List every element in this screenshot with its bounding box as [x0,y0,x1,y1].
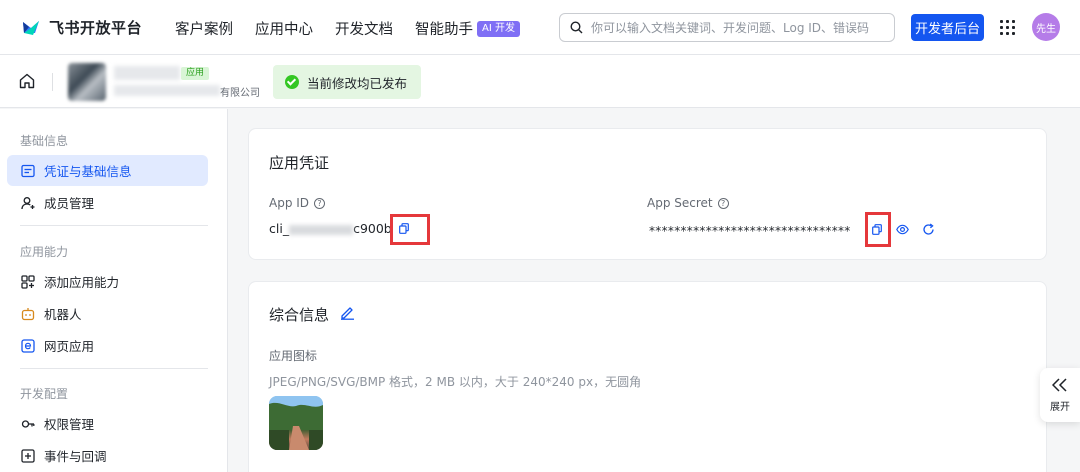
app-icon-image[interactable] [269,396,323,450]
sidebar-group-capabilities: 应用能力 [20,245,69,259]
sidebar: 基础信息 凭证与基础信息 成员管理 应用能力 添加应用能力 机器人 网页应用 开… [0,109,228,472]
credential-icon [21,164,35,177]
web-app-icon [21,338,35,353]
sidebar-item-label: 网页应用 [44,339,95,354]
home-icon[interactable] [18,72,36,90]
copy-app-secret-icon[interactable] [872,224,882,235]
app-name-redacted [114,66,180,80]
search-icon [570,21,583,34]
nav-customer-cases[interactable]: 客户案例 [175,18,233,39]
app-icon-photo [269,396,323,450]
app-grid-icon[interactable] [1000,20,1015,35]
sidebar-group-dev-config: 开发配置 [20,387,69,401]
sidebar-item-label: 成员管理 [44,196,95,211]
sidebar-group-basic: 基础信息 [20,134,69,148]
show-secret-icon[interactable] [896,223,909,236]
app-secret-label: App Secret ? [647,196,729,210]
sidebar-item-label: 权限管理 [44,417,95,432]
sidebar-item-label: 事件与回调 [44,449,107,464]
check-circle-icon [285,75,299,89]
sidebar-item-robot[interactable]: 机器人 [7,298,208,329]
event-icon [21,448,35,463]
avatar[interactable]: 先生 [1032,13,1060,41]
help-icon[interactable]: ? [717,197,729,209]
credentials-title: 应用凭证 [269,154,330,172]
app-id-prefix: cli_ [269,221,290,236]
app-id-label-text: App ID [269,196,310,210]
search-input[interactable]: 你可以输入文档关键词、开发问题、Log ID、错误码 [559,13,895,42]
app-secret-value: ******************************** [649,224,851,238]
nav-dev-docs[interactable]: 开发文档 [335,18,393,39]
nav-app-center[interactable]: 应用中心 [255,18,313,39]
app-secret-label-text: App Secret [647,196,713,210]
help-icon[interactable]: ? [314,197,326,209]
sidebar-item-credentials[interactable]: 凭证与基础信息 [7,155,208,186]
general-info-title: 综合信息 [269,306,330,324]
sidebar-item-label: 机器人 [44,307,82,322]
expand-panel-button[interactable]: 展开 [1040,368,1080,422]
company-name-redacted [114,85,220,96]
credentials-card [248,128,1047,260]
logo-text: 飞书开放平台 [49,19,143,37]
sidebar-item-label: 添加应用能力 [44,275,120,290]
app-id-label: App ID ? [269,196,326,210]
sidebar-item-label: 凭证与基础信息 [44,164,132,179]
main-nav: 客户案例 应用中心 开发文档 智能助手 AI 开发 [175,18,520,39]
edit-icon[interactable] [340,305,355,320]
divider [52,73,53,91]
double-chevron-left-icon [1052,377,1067,392]
nav-smart-assistant[interactable]: 智能助手 AI 开发 [415,18,520,39]
reset-secret-icon[interactable] [922,223,935,236]
sidebar-item-add-capability[interactable]: 添加应用能力 [7,266,208,297]
member-icon [21,196,35,209]
app-subheader: 应用 有限公司 当前修改均已发布 [0,55,1080,108]
app-id-redacted [289,224,354,235]
developer-console-button[interactable]: 开发者后台 [911,14,984,41]
ai-dev-badge: AI 开发 [477,20,520,37]
app-id-suffix: c900b [353,221,392,236]
divider [20,225,208,226]
publish-status-banner: 当前修改均已发布 [273,65,422,99]
feishu-logo-icon [23,20,39,35]
company-suffix: 有限公司 [220,88,260,99]
app-type-tag: 应用 [181,67,210,80]
sidebar-item-members[interactable]: 成员管理 [7,187,208,218]
highlight-box [390,214,430,245]
top-nav: 飞书开放平台 客户案例 应用中心 开发文档 智能助手 AI 开发 你可以输入文档… [0,0,1080,55]
logo[interactable]: 飞书开放平台 [20,17,142,38]
sidebar-item-permissions[interactable]: 权限管理 [7,408,208,439]
nav-smart-assistant-label: 智能助手 [415,22,473,38]
add-capability-icon [21,274,35,289]
sidebar-item-web-app[interactable]: 网页应用 [7,330,208,361]
search-placeholder: 你可以输入文档关键词、开发问题、Log ID、错误码 [591,21,870,35]
app-id-value: cli_ c900b [269,221,392,236]
app-icon-label: 应用图标 [269,349,318,363]
copy-app-id-icon[interactable] [399,223,409,234]
publish-status-text: 当前修改均已发布 [307,75,408,91]
expand-label: 展开 [1050,401,1070,413]
sidebar-item-events[interactable]: 事件与回调 [7,440,208,471]
app-avatar [68,63,106,101]
permission-icon [21,419,35,428]
divider [20,368,208,369]
robot-icon [21,307,35,320]
app-icon-hint: JPEG/PNG/SVG/BMP 格式，2 MB 以内，大于 240*240 p… [269,375,642,389]
